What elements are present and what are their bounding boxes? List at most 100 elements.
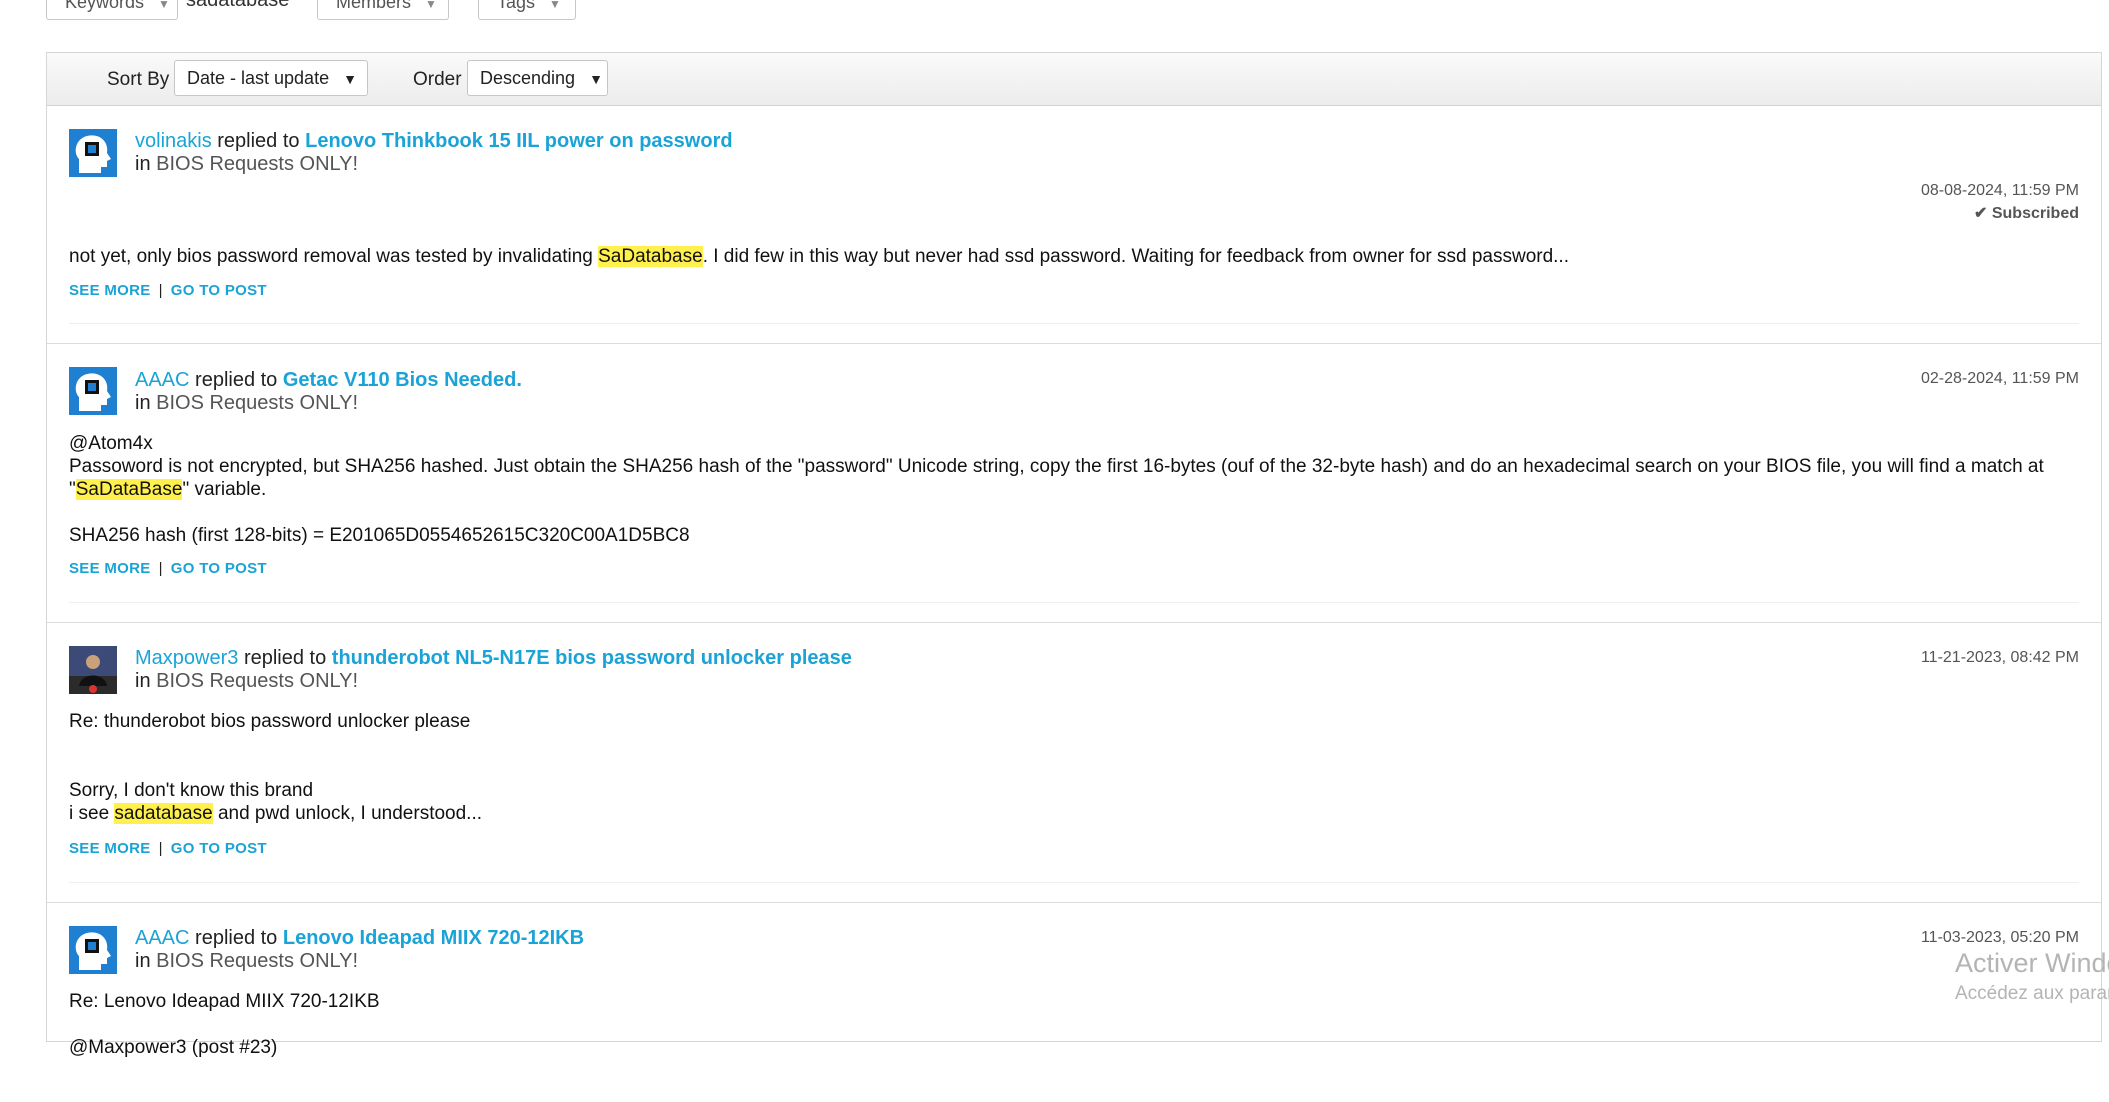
see-more-link[interactable]: SEE MORE: [69, 282, 151, 299]
replied-to-text: replied to: [243, 647, 327, 669]
thread-link[interactable]: Getac V110 Bios Needed.: [283, 369, 522, 391]
post-body: Re: thunderobot bios password unlocker p…: [69, 710, 2079, 825]
post-text: Passoword is not encrypted, but SHA256 h…: [69, 455, 2079, 501]
avatar-head-icon: [69, 367, 117, 415]
in-text: in: [135, 950, 151, 972]
avatar-photo-icon: [69, 646, 117, 694]
divider: [69, 323, 2079, 324]
thread-link[interactable]: Lenovo Ideapad MIIX 720-12IKB: [283, 927, 584, 949]
post-body: Re: Lenovo Ideapad MIIX 720-12IKB @Maxpo…: [69, 990, 2079, 1059]
board-link[interactable]: BIOS Requests ONLY!: [156, 950, 358, 972]
thread-link[interactable]: Lenovo Thinkbook 15 IIL power on passwor…: [305, 130, 732, 152]
avatar-head-icon: [69, 129, 117, 177]
thread-link[interactable]: thunderobot NL5-N17E bios password unloc…: [332, 647, 852, 669]
post-header: AAAC replied to Lenovo Ideapad MIIX 720-…: [135, 927, 584, 950]
post-date: 11-21-2023, 08:42 PM: [1920, 649, 2079, 666]
avatar[interactable]: [69, 367, 117, 415]
members-filter-button[interactable]: Members ▼: [317, 0, 449, 20]
post-text: not yet, only bios password removal was …: [69, 246, 599, 267]
post-date: 11-03-2023, 05:20 PM: [1920, 929, 2079, 946]
avatar[interactable]: [69, 129, 117, 177]
author-link[interactable]: AAAC: [135, 927, 189, 949]
author-link[interactable]: AAAC: [135, 369, 189, 391]
list-item: volinakis replied to Lenovo Thinkbook 15…: [47, 105, 2101, 344]
in-text: in: [135, 392, 151, 414]
chevron-down-icon: ▼: [589, 71, 603, 87]
post-header: Maxpower3 replied to thunderobot NL5-N17…: [135, 647, 852, 670]
sort-by-select[interactable]: Date - last update ▼: [174, 60, 368, 96]
post-body: @Atom4x Passoword is not encrypted, but …: [69, 432, 2079, 547]
search-results-panel: Sort By Date - last update ▼ Order Descen…: [46, 52, 2102, 1058]
order-select[interactable]: Descending ▼: [467, 60, 608, 96]
post-text: SHA256 hash (first 128-bits) = E201065D0…: [69, 525, 690, 546]
tags-filter-label: Tags: [497, 0, 536, 12]
post-body: not yet, only bios password removal was …: [69, 245, 2079, 268]
post-text: Re: thunderobot bios password unlocker p…: [69, 711, 471, 732]
board-link[interactable]: BIOS Requests ONLY!: [156, 392, 358, 414]
subscribed-status: ✔ Subscribed: [1974, 203, 2079, 223]
avatar[interactable]: [69, 646, 117, 694]
author-link[interactable]: Maxpower3: [135, 647, 238, 669]
post-date: 08-08-2024, 11:59 PM: [1920, 182, 2079, 199]
keywords-filter-label: Keywords: [65, 0, 145, 12]
divider: [69, 882, 2079, 883]
search-highlight: sadatabase: [114, 803, 213, 824]
go-to-post-link[interactable]: GO TO POST: [171, 282, 267, 299]
post-links: SEE MORE | GO TO POST: [69, 840, 267, 857]
in-text: in: [135, 153, 151, 175]
post-text: Sorry, I don't know this brand: [69, 780, 314, 801]
chevron-down-icon: ▼: [549, 0, 561, 11]
search-highlight: SaDataBase: [75, 479, 183, 500]
search-highlight: SaDatabase: [598, 246, 703, 267]
link-separator: |: [158, 560, 163, 577]
board-line: in BIOS Requests ONLY!: [135, 950, 358, 973]
board-line: in BIOS Requests ONLY!: [135, 153, 358, 176]
link-separator: |: [158, 840, 163, 857]
subscribed-label: Subscribed: [1991, 205, 2079, 222]
post-links: SEE MORE | GO TO POST: [69, 560, 267, 577]
windows-activation-watermark: Activer Windows Accédez aux paramètres: [1955, 948, 2109, 1005]
post-header: volinakis replied to Lenovo Thinkbook 15…: [135, 130, 733, 153]
author-link[interactable]: volinakis: [135, 130, 212, 152]
sort-by-label: Sort By: [107, 69, 170, 90]
sort-bar: Sort By Date - last update ▼ Order Descen…: [47, 53, 2101, 106]
order-label: Order: [413, 69, 462, 90]
post-text: . I did few in this way but never had ss…: [702, 246, 1569, 267]
link-separator: |: [158, 282, 163, 299]
tags-filter-button[interactable]: Tags ▼: [478, 0, 576, 20]
chevron-down-icon: ▼: [158, 0, 170, 11]
post-text: i see sadatabase and pwd unlock, I under…: [69, 802, 2079, 825]
watermark-title: Activer Windows: [1955, 948, 2109, 978]
keywords-filter-button[interactable]: Keywords ▼: [46, 0, 178, 20]
go-to-post-link[interactable]: GO TO POST: [171, 560, 267, 577]
order-value: Descending: [480, 68, 576, 88]
replied-to-text: replied to: [217, 130, 300, 152]
post-text: @Atom4x: [69, 433, 153, 454]
members-filter-label: Members: [336, 0, 412, 12]
avatar-head-icon: [69, 926, 117, 974]
post-links: SEE MORE | GO TO POST: [69, 282, 267, 299]
replied-to-text: replied to: [195, 927, 278, 949]
sort-by-value: Date - last update: [187, 68, 330, 88]
list-item: Maxpower3 replied to thunderobot NL5-N17…: [47, 622, 2101, 903]
list-item: AAAC replied to Lenovo Ideapad MIIX 720-…: [47, 902, 2101, 1102]
post-date: 02-28-2024, 11:59 PM: [1920, 370, 2079, 387]
post-text: and pwd unlock, I understood...: [212, 803, 483, 824]
post-header: AAAC replied to Getac V110 Bios Needed.: [135, 369, 522, 392]
watermark-subtitle: Accédez aux paramètres: [1955, 983, 2109, 1004]
see-more-link[interactable]: SEE MORE: [69, 560, 151, 577]
chevron-down-icon: ▼: [425, 0, 437, 11]
chevron-down-icon: ▼: [343, 71, 357, 87]
post-text: @Maxpower3 (post #23): [69, 1037, 278, 1058]
board-link[interactable]: BIOS Requests ONLY!: [156, 670, 358, 692]
go-to-post-link[interactable]: GO TO POST: [171, 840, 267, 857]
post-text: Passoword is not encrypted, but SHA256 h…: [69, 456, 2044, 500]
see-more-link[interactable]: SEE MORE: [69, 840, 151, 857]
in-text: in: [135, 670, 151, 692]
board-link[interactable]: BIOS Requests ONLY!: [156, 153, 358, 175]
avatar[interactable]: [69, 926, 117, 974]
check-icon: ✔: [1974, 205, 1988, 222]
